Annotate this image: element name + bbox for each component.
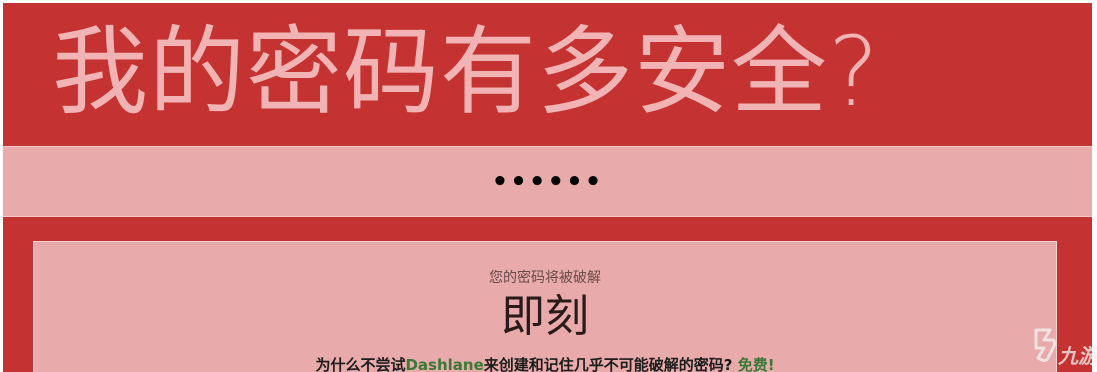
promo-middle: 来创建和记住几乎不可能破解的密码? — [483, 356, 733, 372]
watermark-logo: 九游 — [1030, 326, 1097, 368]
result-panel: 您的密码将被破解 即刻 为什么不尝试Dashlane来创建和记住几乎不可能破解的… — [33, 241, 1057, 372]
dashlane-link[interactable]: Dashlane — [405, 356, 483, 372]
password-input-band — [3, 146, 1092, 217]
password-input[interactable] — [3, 147, 1092, 216]
watermark-logo-icon — [1034, 328, 1057, 363]
watermark-text: 九游 — [1058, 344, 1097, 368]
crack-time-caption: 您的密码将被破解 — [489, 270, 601, 286]
free-link[interactable]: 免费! — [738, 356, 775, 372]
promo-prefix: 为什么不尝试 — [315, 356, 406, 372]
page-title: 我的密码有多安全? — [52, 16, 880, 128]
crack-time-value: 即刻 — [501, 291, 589, 342]
promo-line: 为什么不尝试Dashlane来创建和记住几乎不可能破解的密码? 免费! — [34, 354, 1056, 372]
